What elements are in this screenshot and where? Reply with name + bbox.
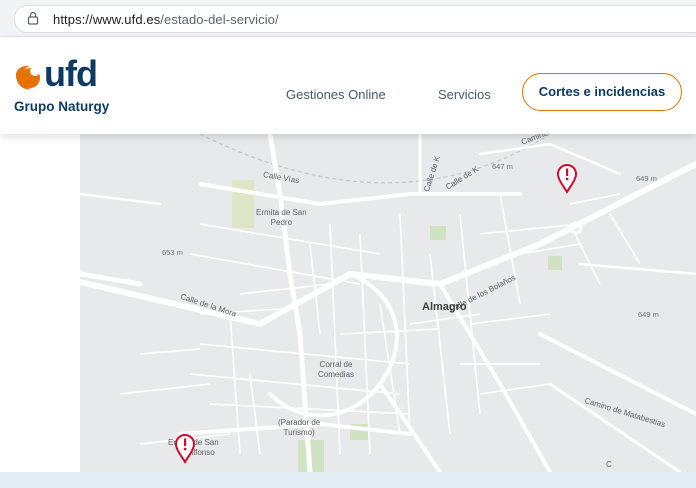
elevation-label: 653 m bbox=[162, 248, 183, 257]
url-text[interactable]: https://www.ufd.es/estado-del-servicio/ bbox=[53, 12, 279, 27]
poi-label-line: (Parador de bbox=[278, 418, 321, 427]
town-label: Almagro bbox=[422, 301, 467, 313]
poi-label-line: Comedias bbox=[318, 370, 355, 379]
outage-map[interactable]: Calle Vías Ermita de San Pedro Calle de l… bbox=[80, 134, 696, 472]
poi-label-line: Turismo) bbox=[283, 428, 315, 437]
poi-label: Ermita de San Pedro bbox=[256, 208, 307, 228]
site-header: ufd Grupo Naturgy Gestiones Online Servi… bbox=[0, 37, 696, 134]
poi-label-line: Ermita de San bbox=[256, 208, 307, 217]
bottom-band bbox=[0, 472, 696, 488]
elevation-label: 649 m bbox=[636, 174, 657, 183]
browser-toolbar: https://www.ufd.es/estado-del-servicio/ bbox=[0, 0, 696, 37]
poi-label: (Parador de Turismo) bbox=[278, 418, 320, 438]
street-label: C bbox=[606, 460, 612, 469]
elevation-label: 647 m bbox=[492, 162, 513, 171]
left-margin bbox=[0, 134, 80, 472]
elevation-label: 649 m bbox=[638, 310, 659, 319]
nav-servicios[interactable]: Servicios bbox=[438, 87, 491, 102]
map-streets bbox=[80, 134, 696, 472]
lock-icon[interactable] bbox=[27, 11, 39, 30]
address-bar[interactable]: https://www.ufd.es/estado-del-servicio/ bbox=[14, 5, 696, 33]
url-host: https://www.ufd.es bbox=[53, 12, 161, 27]
url-path: /estado-del-servicio/ bbox=[160, 12, 279, 27]
poi-label: Corral de Comedias bbox=[318, 360, 354, 380]
nav-gestiones-online[interactable]: Gestiones Online bbox=[286, 87, 386, 102]
logo-subtitle: Grupo Naturgy bbox=[14, 99, 110, 114]
poi-label-line: Corral de bbox=[319, 360, 353, 369]
poi-label-line: Pedro bbox=[270, 218, 293, 227]
logo-wordmark: ufd bbox=[44, 53, 98, 94]
nav-cortes-incidencias-button[interactable]: Cortes e incidencias bbox=[522, 73, 682, 111]
ufd-logo[interactable]: ufd Grupo Naturgy bbox=[10, 53, 120, 115]
logo-flame-icon bbox=[16, 65, 40, 90]
